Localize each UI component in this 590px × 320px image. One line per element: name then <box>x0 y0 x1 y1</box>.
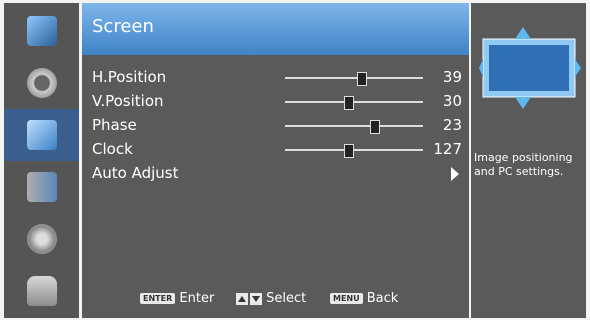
hint-select: Select <box>234 291 306 306</box>
hint-back: MENU Back <box>330 291 398 306</box>
menu-key-icon: MENU <box>330 293 363 304</box>
menu-item-label: Clock <box>92 140 133 158</box>
slider-thumb[interactable] <box>356 72 367 86</box>
menu-item-clock[interactable]: Clock 127 <box>92 139 462 161</box>
chevron-right-icon <box>451 167 459 181</box>
menu-item-label: V.Position <box>92 92 164 110</box>
sidebar-item-setup[interactable] <box>4 161 79 213</box>
hint-select-label: Select <box>266 291 307 306</box>
sidebar-item-picture[interactable] <box>4 5 79 57</box>
picture-icon <box>26 16 57 46</box>
menu-item-label: H.Position <box>92 68 167 86</box>
hint-back-label: Back <box>366 291 399 306</box>
options-icon <box>26 224 57 254</box>
key-hints: ENTER Enter Select MENU Back <box>82 288 469 312</box>
menu-item-v-position[interactable]: V.Position 30 <box>92 91 462 113</box>
enter-key-icon: ENTER <box>140 293 176 304</box>
menu-item-label: Auto Adjust <box>92 164 179 182</box>
sidebar-item-screen[interactable] <box>4 109 79 161</box>
help-text: Image positioning and PC settings. <box>474 151 573 178</box>
slider-thumb[interactable] <box>369 120 380 134</box>
sidebar-item-audio[interactable] <box>4 57 79 109</box>
lock-icon <box>26 276 57 306</box>
audio-icon <box>26 68 57 98</box>
h-position-slider[interactable] <box>285 72 423 86</box>
clock-slider[interactable] <box>285 144 423 158</box>
setup-icon <box>26 172 57 202</box>
menu-item-auto-adjust[interactable]: Auto Adjust <box>92 163 462 185</box>
menu-panel: Screen H.Position 39 V.Position 30 Phase… <box>82 3 469 318</box>
menu-item-phase[interactable]: Phase 23 <box>92 115 462 137</box>
menu-title-bar: Screen <box>82 3 469 55</box>
screen-icon <box>26 120 57 150</box>
hint-enter: ENTER Enter <box>140 291 214 306</box>
slider-thumb[interactable] <box>343 96 354 110</box>
page-title: Screen <box>92 16 154 37</box>
tv-osd-menu: Screen H.Position 39 V.Position 30 Phase… <box>0 0 590 320</box>
category-sidebar <box>4 3 79 318</box>
arrow-up-icon <box>236 292 248 305</box>
v-position-slider[interactable] <box>285 96 423 110</box>
sidebar-item-options[interactable] <box>4 213 79 265</box>
menu-item-h-position[interactable]: H.Position 39 <box>92 67 462 89</box>
screen-position-illustration <box>479 27 581 109</box>
sidebar-item-lock[interactable] <box>4 265 79 317</box>
menu-item-value: 23 <box>442 116 462 134</box>
info-panel: Image positioning and PC settings. <box>471 3 586 318</box>
menu-item-label: Phase <box>92 116 137 134</box>
slider-thumb[interactable] <box>343 144 354 158</box>
arrow-down-icon <box>250 292 262 305</box>
phase-slider[interactable] <box>285 120 423 134</box>
menu-item-value: 30 <box>442 92 462 110</box>
menu-item-value: 39 <box>442 68 462 86</box>
menu-item-value: 127 <box>433 140 462 158</box>
hint-enter-label: Enter <box>179 291 215 306</box>
